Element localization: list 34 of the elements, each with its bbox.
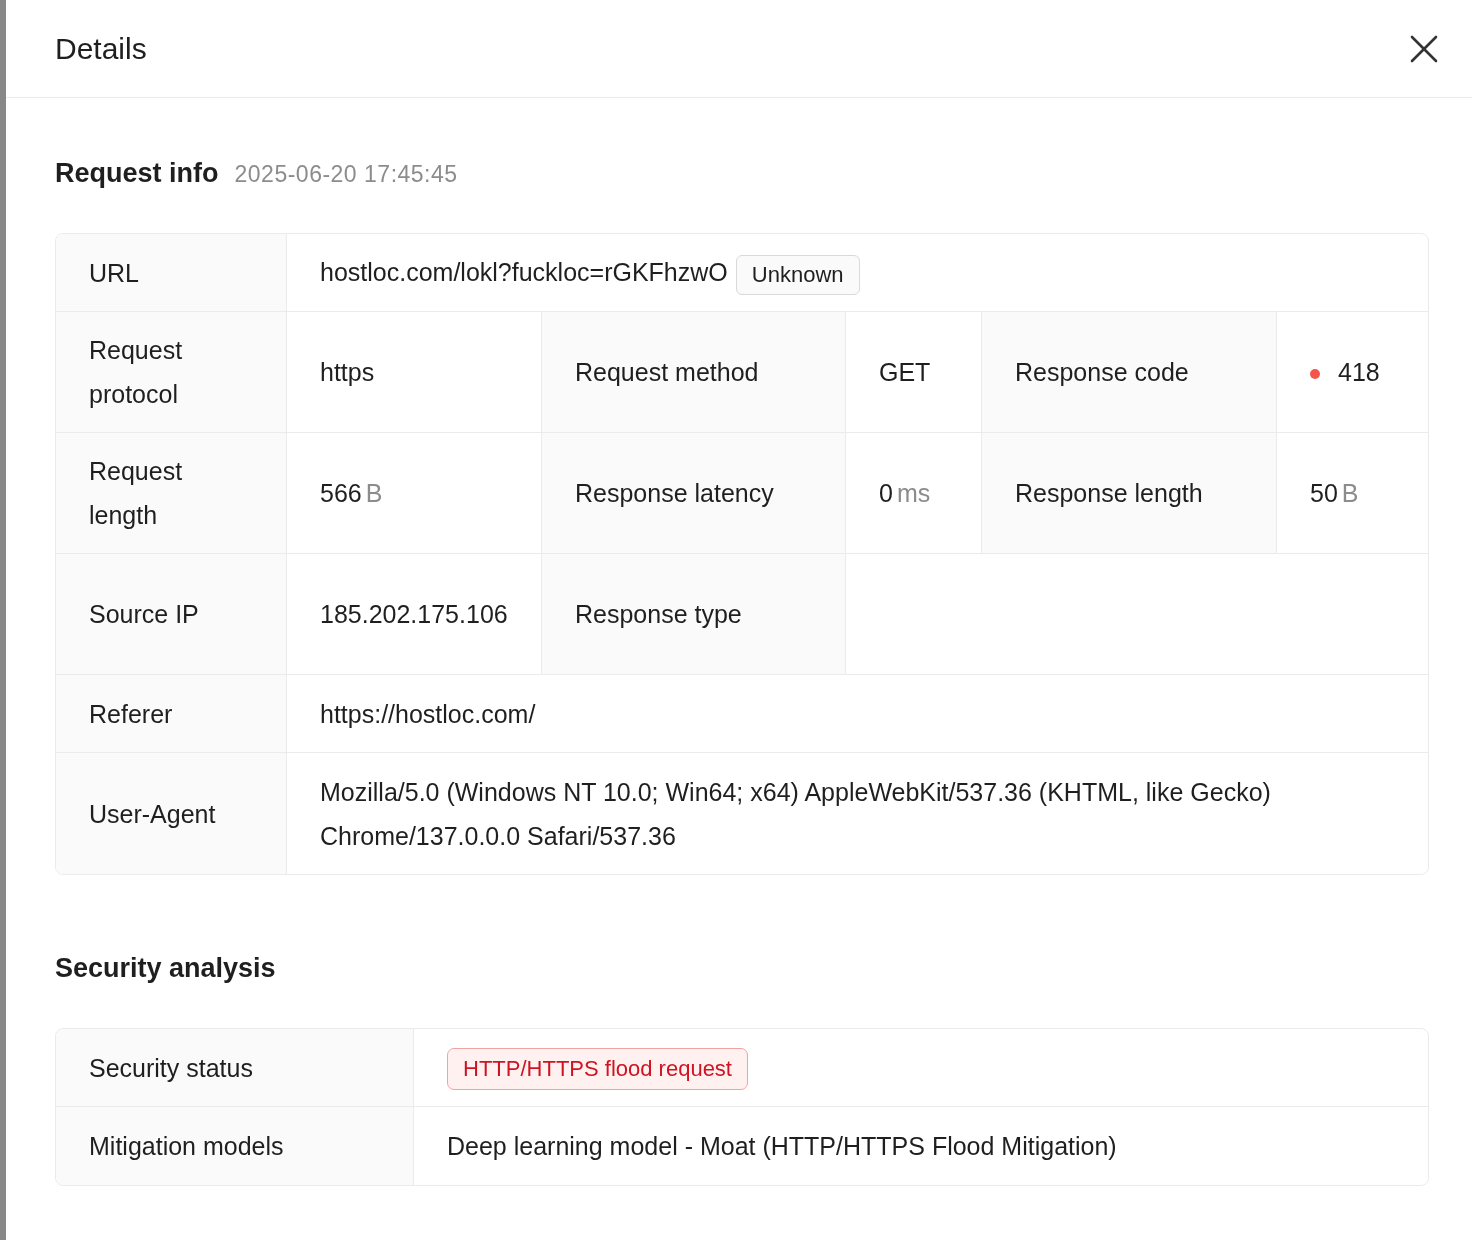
field-value: 566 xyxy=(320,479,362,507)
field-label: Response length xyxy=(982,433,1277,554)
status-tag: Unknown xyxy=(735,254,860,295)
field-label: Response type xyxy=(542,554,846,675)
field-label: Source IP xyxy=(56,554,287,675)
timestamp: 2025-06-20 17:45:45 xyxy=(234,161,458,188)
field-value: 185.202.175.106 xyxy=(320,600,508,628)
field-label: Response code xyxy=(982,312,1277,433)
field-value: 418 xyxy=(1338,358,1380,386)
field-label: Security status xyxy=(56,1029,414,1107)
field-label: Response latency xyxy=(542,433,846,554)
threat-tag: HTTP/HTTPS flood request xyxy=(447,1048,748,1090)
field-label: Mitigation models xyxy=(56,1107,414,1185)
field-value: Mozilla/5.0 (Windows NT 10.0; Win64; x64) AppleWebKit/537.36 (KHTML, like Gecko) Chrome/137.0.0.0 Safari/537.36 xyxy=(320,777,1271,850)
section-title: Security analysis xyxy=(55,953,276,984)
section-title: Request info xyxy=(55,158,219,189)
field-label: User-Agent xyxy=(56,753,287,874)
close-icon[interactable] xyxy=(1410,34,1438,63)
field-value: 0 xyxy=(879,479,893,507)
field-value: https xyxy=(320,358,375,386)
field-value: hostloc.com/lokl?fuckloc=rGKFhzwO xyxy=(320,258,728,287)
field-label: Request method xyxy=(542,312,846,433)
field-label: URL xyxy=(56,234,287,312)
field-value: Deep learning model - Moat (HTTP/HTTPS Flood Mitigation) xyxy=(447,1132,1117,1160)
field-label: Referer xyxy=(56,675,287,753)
field-label: Request length xyxy=(56,433,287,554)
field-value: 50 xyxy=(1310,479,1338,507)
unit-label: ms xyxy=(896,479,931,507)
unit-label: B xyxy=(365,479,383,507)
field-value: https://hostloc.com/ xyxy=(320,699,536,728)
drawer-title: Details xyxy=(55,31,147,66)
field-label: Request protocol xyxy=(56,312,287,433)
field-value: GET xyxy=(879,358,931,386)
unit-label: B xyxy=(1341,479,1359,507)
